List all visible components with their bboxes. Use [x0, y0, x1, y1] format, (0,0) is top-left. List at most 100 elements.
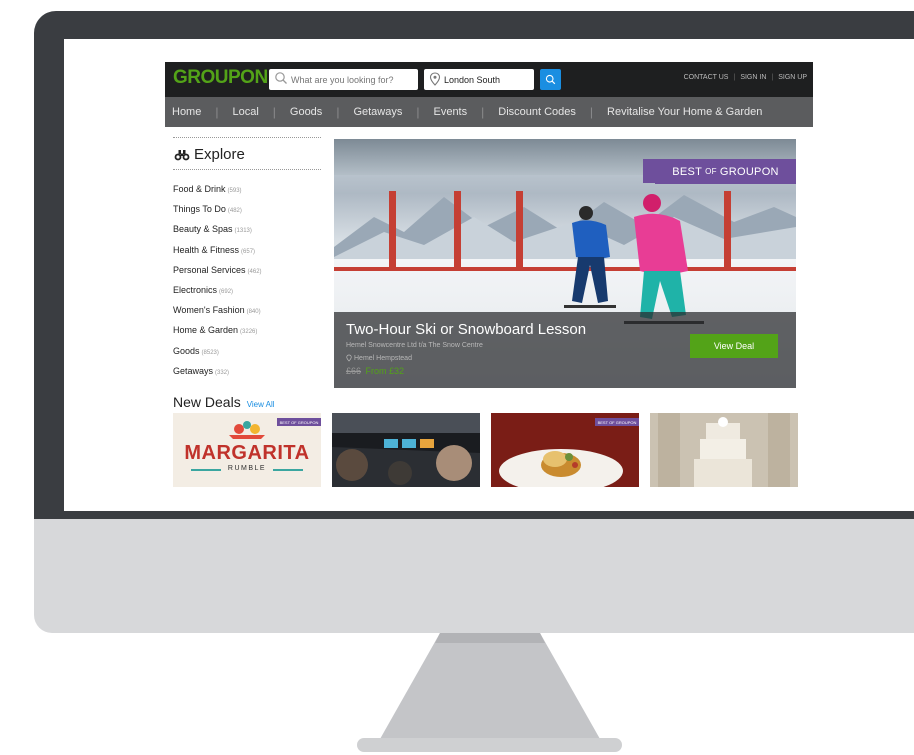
category-item-beauty-spas[interactable]: Beauty & Spas (1313): [173, 222, 321, 242]
category-item-food-drink[interactable]: Food & Drink (593): [173, 182, 321, 202]
new-deals-heading: New Deals View All: [173, 394, 275, 410]
category-count: (657): [241, 248, 256, 255]
header-bar: GROUPON CONTACT US | SIGN IN: [165, 62, 813, 97]
hero-image-post: [724, 191, 731, 269]
category-label: Electronics: [173, 284, 218, 295]
tile1-title: MARGARITA: [184, 442, 310, 464]
tile-image-flight-simulator: [332, 413, 480, 485]
category-count: (332): [215, 369, 230, 376]
hero-image-skier-pink: [624, 194, 704, 324]
deal-tile[interactable]: [332, 413, 480, 487]
category-item-personal-services[interactable]: Personal Services (462): [173, 263, 321, 283]
nav-separator: |: [215, 105, 219, 119]
search-button-icon: [545, 74, 556, 85]
search-input[interactable]: [291, 69, 416, 90]
category-count: (692): [219, 288, 234, 295]
category-count: (462): [247, 268, 262, 275]
nav-item-discount-codes[interactable]: Discount Codes: [498, 106, 576, 118]
badge-text-of: OF: [705, 167, 717, 176]
nav-item-goods[interactable]: Goods: [290, 106, 322, 118]
category-count: (840): [246, 309, 261, 316]
featured-deal[interactable]: BEST OF GROUPON Two-Hour Ski or Snowboar…: [334, 139, 796, 388]
sign-up-link[interactable]: SIGN UP: [778, 74, 807, 81]
account-links: CONTACT US | SIGN IN | SIGN UP: [684, 74, 807, 81]
hero-location-text: Hemel Hempstead: [354, 354, 412, 362]
nav-item-local[interactable]: Local: [232, 106, 258, 118]
category-list: Food & Drink (593) Things To Do (482) Beau…: [173, 182, 321, 384]
nav-separator: |: [336, 105, 340, 119]
explore-heading: Explore: [174, 146, 321, 163]
deal-tile[interactable]: BEST OF GROUPON: [491, 413, 639, 487]
nav-separator: |: [272, 105, 276, 119]
category-item-home-garden[interactable]: Home & Garden (3226): [173, 323, 321, 343]
category-count: (593): [227, 188, 242, 194]
badge-text-best: BEST: [672, 165, 703, 178]
nav-separator: |: [481, 105, 485, 119]
new-deals-title: New Deals: [173, 394, 241, 410]
category-label: Home & Garden: [173, 325, 239, 336]
nav-item-home[interactable]: Home: [172, 106, 201, 118]
explore-sidebar: Explore Food & Drink (593) Things To Do (4…: [173, 137, 321, 384]
view-all-link[interactable]: View All: [247, 400, 275, 409]
nav-item-revitalise-home-garden[interactable]: Revitalise Your Home & Garden: [607, 106, 762, 118]
hero-location: Hemel Hempstead: [346, 354, 412, 362]
category-label: Things To Do: [173, 204, 226, 215]
category-label: Personal Services: [173, 264, 246, 275]
tile-best-of-groupon-badge: BEST OF GROUPON: [595, 418, 639, 426]
hero-price: £66 From £32: [346, 366, 404, 376]
hero-image-post: [516, 191, 523, 269]
category-item-electronics[interactable]: Electronics (692): [173, 283, 321, 303]
hero-new-price: From £32: [365, 366, 405, 376]
best-of-groupon-badge: BEST OF GROUPON: [643, 159, 796, 184]
main-nav: Home | Local | Goods | Getaways | Events…: [165, 97, 813, 127]
hero-image-skier-blue: [564, 206, 616, 308]
category-label: Beauty & Spas: [173, 224, 233, 235]
view-deal-button[interactable]: View Deal: [690, 334, 778, 358]
search-button[interactable]: [540, 69, 561, 90]
screen: GROUPON CONTACT US | SIGN IN: [64, 39, 914, 511]
category-item-health-fitness[interactable]: Health & Fitness (657): [173, 243, 321, 263]
deal-tile[interactable]: [650, 413, 798, 487]
category-count: (482): [227, 208, 242, 215]
contact-us-link[interactable]: CONTACT US: [684, 74, 729, 81]
category-item-goods[interactable]: Goods (8523): [173, 344, 321, 364]
hero-image-post: [454, 191, 461, 269]
hero-caption: Two-Hour Ski or Snowboard Lesson Hemel S…: [334, 312, 796, 388]
nav-separator: |: [589, 105, 594, 119]
sign-in-link[interactable]: SIGN IN: [740, 74, 766, 81]
search-icon: [275, 72, 287, 84]
link-separator: |: [733, 74, 736, 81]
category-count: (1313): [234, 228, 252, 235]
nav-item-getaways[interactable]: Getaways: [353, 106, 402, 118]
location-pin-icon: [429, 72, 441, 86]
category-item-getaways[interactable]: Getaways (332): [173, 364, 321, 384]
category-count: (3226): [240, 329, 258, 336]
category-label: Food & Drink: [173, 184, 226, 194]
badge-text-groupon: GROUPON: [719, 165, 779, 178]
search-box[interactable]: [269, 69, 418, 90]
binoculars-icon: [174, 149, 190, 160]
groupon-logo[interactable]: GROUPON: [173, 67, 268, 89]
nav-item-events[interactable]: Events: [433, 106, 467, 118]
location-pin-icon: [346, 354, 352, 362]
location-input[interactable]: [444, 69, 532, 90]
hero-image-post: [389, 191, 396, 269]
divider: [173, 137, 321, 138]
location-box[interactable]: [424, 69, 534, 90]
category-item-things-to-do[interactable]: Things To Do (482): [173, 202, 321, 222]
tile1-subtitle: RUMBLE: [227, 465, 267, 472]
category-count: (8523): [201, 349, 219, 356]
tile-image-wedding-cake: [650, 413, 798, 487]
monitor-chin: [34, 519, 914, 633]
link-separator: |: [771, 74, 774, 81]
hero-old-price: £66: [346, 366, 362, 376]
deal-tile[interactable]: BEST OF GROUPON MARGARITA RUMBLE: [173, 413, 321, 487]
monitor-stand: [380, 633, 600, 739]
nav-separator: |: [416, 105, 420, 119]
category-label: Health & Fitness: [173, 244, 240, 255]
divider: [173, 169, 321, 170]
hero-merchant: Hemel Snowcentre Ltd t/a The Snow Centre: [346, 342, 483, 349]
hero-title[interactable]: Two-Hour Ski or Snowboard Lesson: [346, 321, 586, 338]
explore-title: Explore: [194, 146, 245, 163]
category-item-womens-fashion[interactable]: Women's Fashion (840): [173, 303, 321, 323]
